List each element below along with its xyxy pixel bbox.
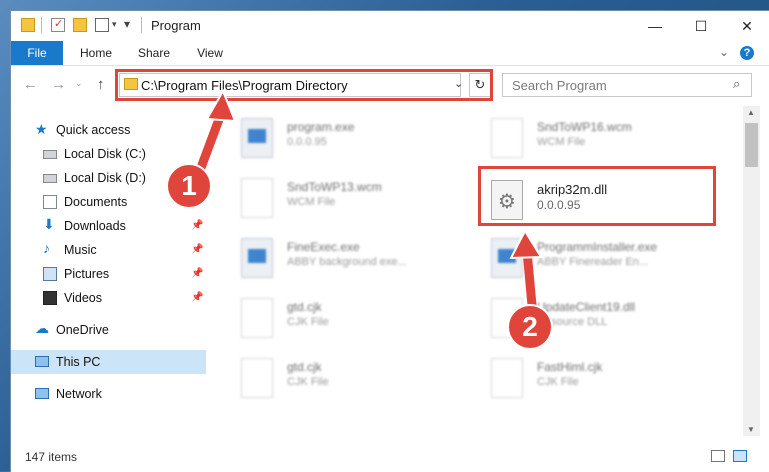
arrow-1-head xyxy=(205,88,237,123)
annotation-arrows xyxy=(194,88,543,321)
arrow-2-head xyxy=(509,228,543,260)
step-2-badge: 2 xyxy=(507,304,553,350)
arrow-1-shaft xyxy=(194,109,226,178)
explorer-window: ✓ ▾ ▾ Program — ☐ ✕ File Home Share View… xyxy=(10,10,769,472)
step-1-badge: 1 xyxy=(166,163,212,209)
